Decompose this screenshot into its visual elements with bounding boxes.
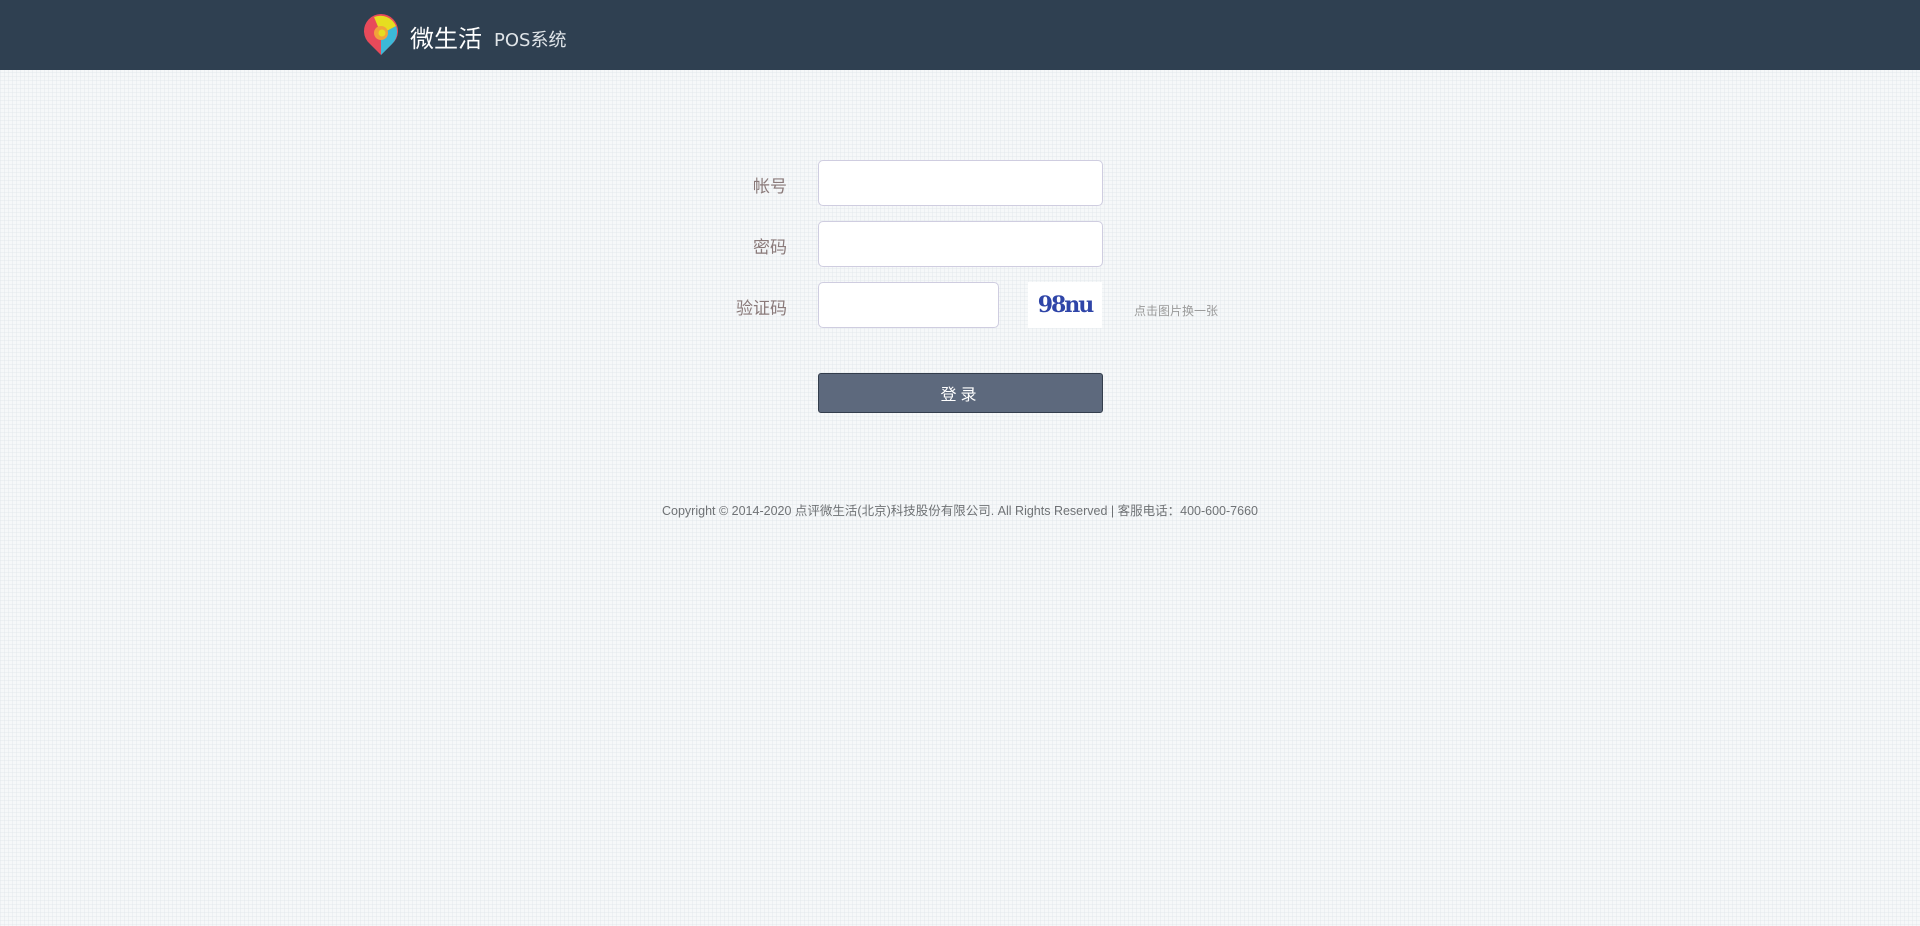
- brand-name: 微生活: [410, 25, 482, 53]
- captcha-input[interactable]: [818, 282, 999, 328]
- footer-copyright: Copyright © 2014-2020 点评微生活(北京)科技股份有限公司.…: [662, 504, 1258, 518]
- captcha-image[interactable]: 98nu: [1028, 282, 1102, 328]
- login-button[interactable]: 登录: [818, 373, 1103, 413]
- account-label: 帐号: [753, 177, 787, 197]
- captcha-label: 验证码: [736, 299, 787, 319]
- top-header: 微生活 POS系统: [0, 0, 1920, 70]
- account-input[interactable]: [818, 160, 1103, 206]
- system-subtitle: POS系统: [494, 30, 567, 51]
- logo-icon: [364, 14, 398, 56]
- password-label: 密码: [753, 238, 787, 258]
- refresh-captcha-link[interactable]: 点击图片换一张: [1134, 302, 1218, 319]
- captcha-text: 98nu: [1037, 292, 1095, 318]
- password-input[interactable]: [818, 221, 1103, 267]
